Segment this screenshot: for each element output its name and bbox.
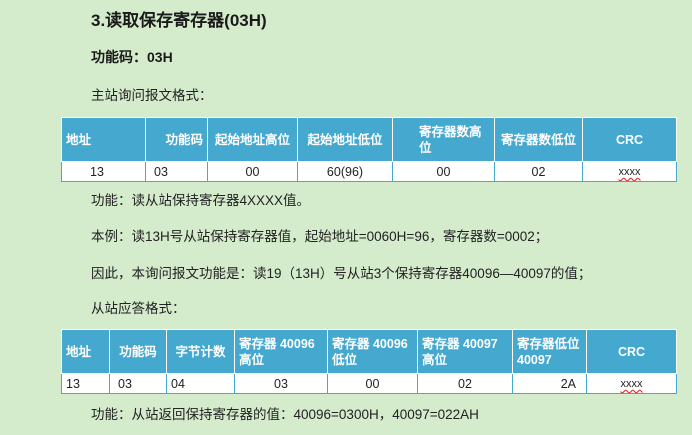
response-table-header-row: 地址 功能码 字节计数 寄存器 40096 高位 寄存器 40096 低位 寄存…: [61, 329, 677, 374]
example-text: 本例：读13H号从站保持寄存器值，起始地址=0060H=96，寄存器数=0002…: [91, 229, 549, 244]
cell-register-count-high: 00: [392, 161, 495, 182]
cell-register-40096-high: 03: [234, 373, 328, 394]
request-function-text: 功能：读从站保持寄存器4XXXX值。: [91, 193, 311, 208]
header-register-40096-high: 寄存器 40096 高位: [234, 329, 328, 374]
header-function-code: 功能码: [109, 329, 167, 374]
table-row: 13 03 04 03 00 02 2A xxxx: [61, 373, 677, 394]
response-table: 地址 功能码 字节计数 寄存器 40096 高位 寄存器 40096 低位 寄存…: [61, 329, 677, 394]
cell-crc: xxxx: [582, 161, 677, 182]
header-register-count-high: 寄存器数高位: [392, 117, 495, 162]
function-code-label: 功能码：03H: [91, 49, 173, 65]
cell-function-code: 03: [145, 161, 208, 182]
cell-start-address-low: 60(96): [297, 161, 393, 182]
cell-register-count-low: 02: [494, 161, 583, 182]
cell-address: 13: [61, 161, 146, 182]
therefore-text: 因此，本询问报文功能是：读19（13H）号从站3个保持寄存器40096—4009…: [91, 266, 592, 281]
cell-function-code: 03: [109, 373, 167, 394]
table-row: 13 03 00 60(96) 00 02 xxxx: [61, 161, 677, 182]
header-start-address-high: 起始地址高位: [207, 117, 298, 162]
header-function-code: 功能码: [145, 117, 208, 162]
request-format-label: 主站询问报文格式：: [91, 88, 213, 103]
response-format-label: 从站应答格式：: [91, 301, 186, 316]
cell-start-address-high: 00: [207, 161, 298, 182]
section-title: 3.读取保存寄存器(03H): [91, 11, 267, 30]
cell-register-40096-low: 00: [327, 373, 418, 394]
header-register-40096-low: 寄存器 40096 低位: [327, 329, 418, 374]
header-address: 地址: [61, 329, 110, 374]
request-table: 地址 功能码 起始地址高位 起始地址低位 寄存器数高位 寄存器数低位 CRC 1…: [61, 117, 677, 182]
request-table-header-row: 地址 功能码 起始地址高位 起始地址低位 寄存器数高位 寄存器数低位 CRC: [61, 117, 677, 162]
header-address: 地址: [61, 117, 146, 162]
header-crc: CRC: [582, 117, 677, 162]
header-start-address-low: 起始地址低位: [297, 117, 393, 162]
header-register-count-low: 寄存器数低位: [494, 117, 583, 162]
cell-register-40097-high: 02: [417, 373, 513, 394]
header-register-40097-low: 寄存器低位 40097: [512, 329, 587, 374]
response-function-text: 功能：从站返回保持寄存器的值：40096=0300H，40097=022AH: [91, 407, 479, 422]
header-crc: CRC: [586, 329, 677, 374]
header-byte-count: 字节计数: [166, 329, 235, 374]
cell-crc: xxxx: [586, 373, 677, 394]
cell-register-40097-low: 2A: [512, 373, 587, 394]
cell-byte-count: 04: [166, 373, 235, 394]
header-register-40097-high: 寄存器 40097 高位: [417, 329, 513, 374]
cell-address: 13: [61, 373, 110, 394]
